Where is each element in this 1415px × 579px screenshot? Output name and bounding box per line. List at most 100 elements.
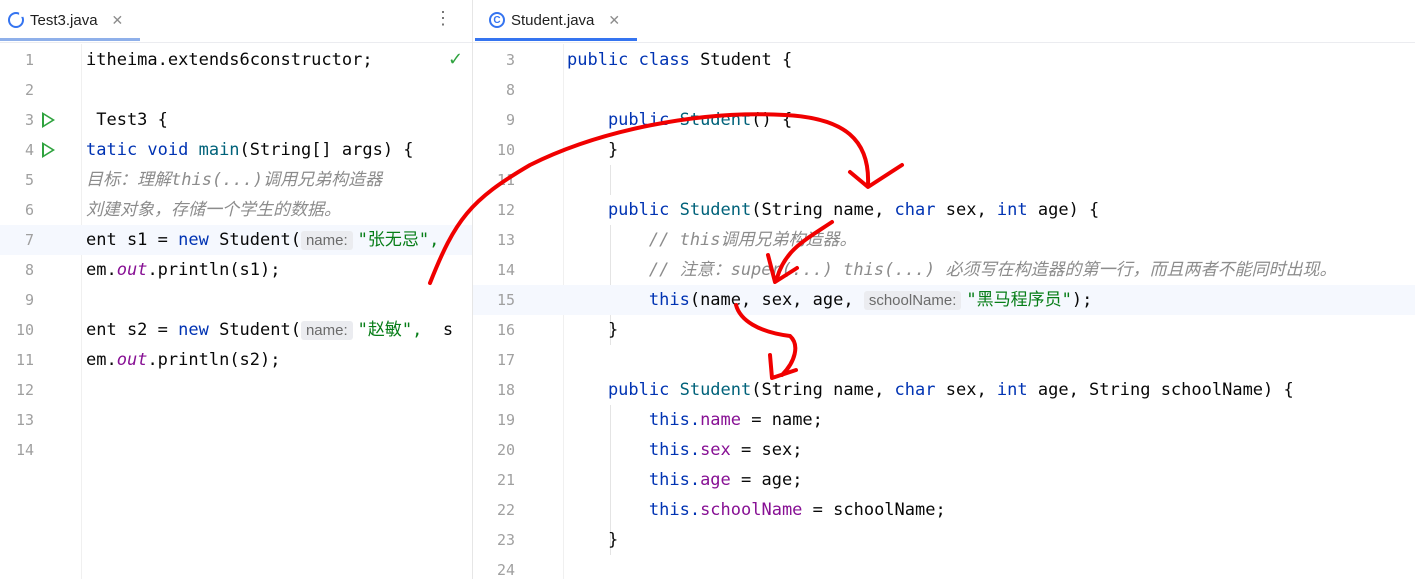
code-text: this.name = name; bbox=[567, 405, 823, 435]
close-icon[interactable]: ✕ bbox=[608, 12, 620, 29]
code-token: 刘建对象，存储一个学生的数据。 bbox=[86, 200, 341, 220]
code-token: public bbox=[567, 110, 680, 130]
tab-test3-java[interactable]: Test3.java ✕ bbox=[0, 0, 140, 41]
code-line[interactable]: 3 public class Student { bbox=[473, 45, 1415, 75]
left-tab-bar: Test3.java ✕ ⋮ bbox=[0, 0, 472, 43]
left-editor-pane: Test3.java ✕ ⋮ 1 itheima.extends6construc… bbox=[0, 0, 472, 579]
code-text: public Student() { bbox=[567, 105, 792, 135]
code-token: = sex; bbox=[730, 440, 803, 460]
code-text: 刘建对象，存储一个学生的数据。 bbox=[86, 195, 341, 225]
line-number: 9 bbox=[505, 111, 515, 129]
parameter-hint: name: bbox=[300, 231, 353, 250]
code-line[interactable]: 24 bbox=[473, 555, 1415, 579]
code-token: (name, sex, age, bbox=[689, 290, 864, 310]
run-icon[interactable] bbox=[42, 142, 55, 158]
close-icon[interactable]: ✕ bbox=[112, 12, 124, 29]
code-line[interactable]: 9 public Student() { bbox=[473, 105, 1415, 135]
line-number: 1 bbox=[24, 51, 34, 69]
check-icon: ✓ bbox=[448, 49, 464, 70]
line-number: 12 bbox=[15, 381, 34, 399]
code-line[interactable]: 14 // 注意：super(...) this(...) 必须写在构造器的第一… bbox=[473, 255, 1415, 285]
line-number: 16 bbox=[496, 321, 515, 339]
code-line[interactable]: 20 this.sex = sex; bbox=[473, 435, 1415, 465]
code-line[interactable]: 16 } bbox=[473, 315, 1415, 345]
code-token: char bbox=[894, 380, 946, 400]
tab-active-underline bbox=[475, 38, 637, 41]
code-line[interactable]: 10 } bbox=[473, 135, 1415, 165]
line-number: 17 bbox=[496, 351, 515, 369]
code-text: this(name, sex, age, schoolName: "黑马程序员")… bbox=[567, 285, 1092, 316]
line-number: 10 bbox=[496, 141, 515, 159]
code-line[interactable]: 21 this.age = age; bbox=[473, 465, 1415, 495]
code-token: () { bbox=[751, 110, 793, 130]
code-text: this.age = age; bbox=[567, 465, 803, 495]
code-token: "黑马程序员" bbox=[966, 290, 1072, 310]
run-icon[interactable] bbox=[42, 112, 55, 128]
line-number: 18 bbox=[496, 381, 515, 399]
code-line[interactable]: 2 bbox=[0, 75, 472, 105]
code-line[interactable]: 22 this.schoolName = schoolName; bbox=[473, 495, 1415, 525]
code-token: } bbox=[567, 140, 619, 160]
code-line[interactable]: 17 bbox=[473, 345, 1415, 375]
code-line[interactable]: 13 bbox=[0, 405, 472, 435]
code-token: public class bbox=[567, 50, 701, 70]
line-number: 20 bbox=[496, 441, 515, 459]
code-line[interactable]: 10 ent s2 = new Student(name: "赵敏", s bbox=[0, 315, 472, 345]
code-line[interactable]: 4 tatic void main(String[] args) { bbox=[0, 135, 472, 165]
code-token: name bbox=[700, 410, 742, 430]
code-line[interactable]: 11 bbox=[473, 165, 1415, 195]
code-line[interactable]: 6 刘建对象，存储一个学生的数据。 bbox=[0, 195, 472, 225]
line-number: 5 bbox=[24, 171, 34, 189]
line-number: 3 bbox=[24, 111, 34, 129]
code-line[interactable]: 14 bbox=[0, 435, 472, 465]
parameter-hint: name: bbox=[300, 321, 353, 340]
code-text: ent s2 = new Student(name: "赵敏", s bbox=[86, 315, 453, 346]
tab-student-java[interactable]: C Student.java ✕ bbox=[475, 0, 637, 41]
code-token: Student bbox=[679, 110, 752, 130]
line-number: 23 bbox=[496, 531, 515, 549]
code-line[interactable]: 1 itheima.extends6constructor; ✓ bbox=[0, 45, 472, 75]
code-line[interactable]: 15 this(name, sex, age, schoolName: "黑马程序… bbox=[473, 285, 1415, 315]
code-token: (String name, bbox=[751, 200, 895, 220]
code-token: main bbox=[198, 140, 240, 160]
line-number: 13 bbox=[15, 411, 34, 429]
line-number: 9 bbox=[24, 291, 34, 309]
code-token: ent s2 = bbox=[86, 320, 179, 340]
code-line[interactable]: 13 // this调用兄弟构造器。 bbox=[473, 225, 1415, 255]
line-number: 12 bbox=[496, 201, 515, 219]
more-vertical-icon[interactable]: ⋮ bbox=[434, 8, 452, 29]
line-number: 11 bbox=[15, 351, 34, 369]
code-token: this. bbox=[567, 500, 701, 520]
code-token: out bbox=[116, 260, 148, 280]
code-token: Student bbox=[679, 380, 752, 400]
code-line[interactable]: 23 } bbox=[473, 525, 1415, 555]
code-line[interactable]: 9 bbox=[0, 285, 472, 315]
code-token: ent s1 = bbox=[86, 230, 179, 250]
code-line[interactable]: 12 bbox=[0, 375, 472, 405]
code-token: // 注意：super(...) this(...) 必须写在构造器的第一行，而… bbox=[567, 260, 1337, 280]
code-text: // this调用兄弟构造器。 bbox=[567, 225, 857, 255]
code-token: age) { bbox=[1037, 200, 1100, 220]
code-line[interactable]: 11 em.out.println(s2); bbox=[0, 345, 472, 375]
line-number: 4 bbox=[24, 141, 34, 159]
code-text: Test3 { bbox=[86, 105, 168, 135]
code-line[interactable]: 8 em.out.println(s1); bbox=[0, 255, 472, 285]
code-token: this. bbox=[567, 440, 701, 460]
code-line[interactable]: 19 this.name = name; bbox=[473, 405, 1415, 435]
code-token: // this调用兄弟构造器。 bbox=[567, 230, 857, 250]
code-line[interactable]: 8 bbox=[473, 75, 1415, 105]
code-line[interactable]: 3 Test3 { bbox=[0, 105, 472, 135]
code-line[interactable]: 7 ent s1 = new Student(name: "张无忌", bbox=[0, 225, 472, 255]
code-text: ent s1 = new Student(name: "张无忌", bbox=[86, 225, 439, 256]
line-number: 11 bbox=[496, 171, 515, 189]
class-c-icon: C bbox=[489, 12, 505, 28]
code-line[interactable]: 18 public Student(String name, char sex,… bbox=[473, 375, 1415, 405]
code-token: em. bbox=[86, 260, 117, 280]
code-token: sex bbox=[700, 440, 731, 460]
line-number: 21 bbox=[496, 471, 515, 489]
line-number: 19 bbox=[496, 411, 515, 429]
tab-label: Student.java bbox=[511, 11, 595, 29]
code-line[interactable]: 5 目标：理解this(...)调用兄弟构造器 bbox=[0, 165, 472, 195]
line-number: 7 bbox=[24, 231, 34, 249]
code-line[interactable]: 12 public Student(String name, char sex,… bbox=[473, 195, 1415, 225]
